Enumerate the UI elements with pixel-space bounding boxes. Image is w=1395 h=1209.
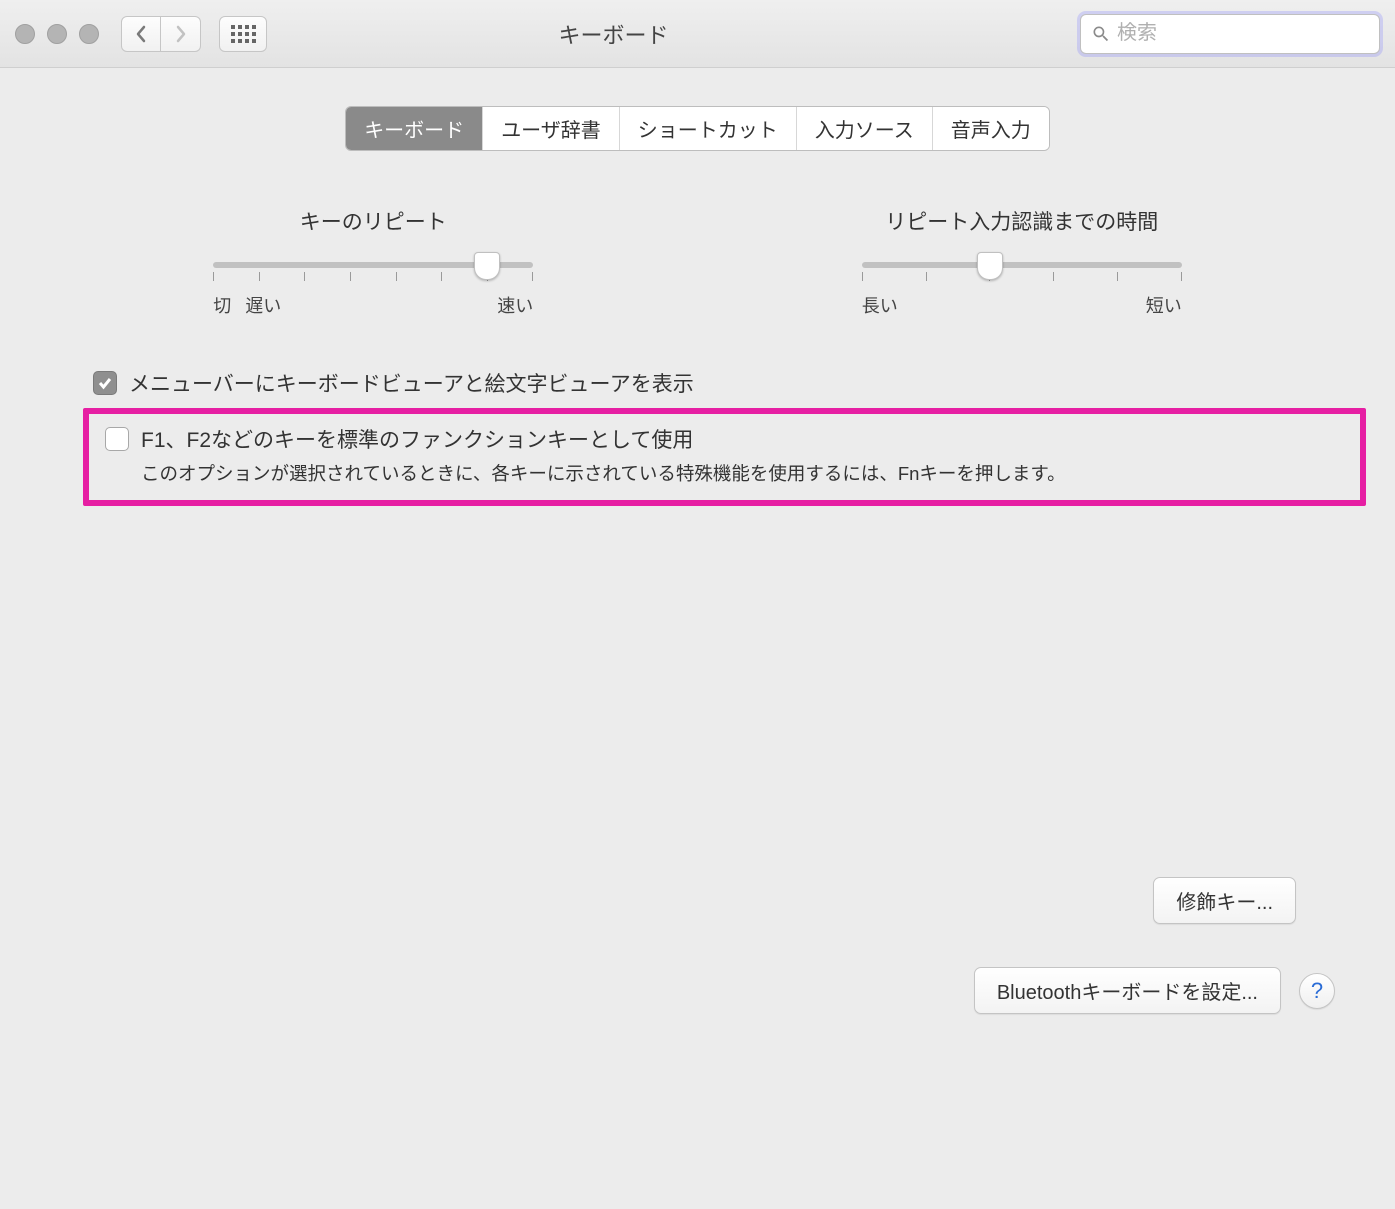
delay-until-repeat-label: リピート入力認識までの時間 <box>885 206 1158 236</box>
search-field-wrap[interactable] <box>1080 14 1380 54</box>
bottom-bar: Bluetoothキーボードを設定... ? <box>32 949 1363 1032</box>
key-repeat-slider[interactable]: 切 遅い 速い <box>213 262 533 318</box>
checkmark-icon <box>97 375 113 391</box>
delay-until-repeat-group: リピート入力認識までの時間 長い 短い <box>768 206 1277 318</box>
key-repeat-scale-labels: 切 遅い 速い <box>213 292 533 318</box>
chevron-left-icon <box>135 25 147 43</box>
tab-dictation[interactable]: 音声入力 <box>933 107 1049 150</box>
help-button[interactable]: ? <box>1299 973 1335 1009</box>
search-icon <box>1091 24 1111 44</box>
minimize-window-button[interactable] <box>47 24 67 44</box>
window-title: キーボード <box>147 18 1080 50</box>
delay-max-label: 短い <box>1146 292 1182 318</box>
content-area: キーボード ユーザ辞書 ショートカット 入力ソース 音声入力 キーのリピート 切 <box>0 68 1395 1050</box>
tab-keyboard[interactable]: キーボード <box>346 107 483 150</box>
key-repeat-off-label: 切 <box>213 292 231 318</box>
slider-thumb[interactable] <box>474 252 500 280</box>
key-repeat-group: キーのリピート 切 遅い 速い <box>119 206 628 318</box>
toolbar: キーボード <box>0 0 1395 68</box>
show-viewers-checkbox[interactable] <box>93 371 117 395</box>
tab-bar: キーボード ユーザ辞書 ショートカット 入力ソース 音声入力 <box>32 106 1363 151</box>
window-controls <box>15 24 99 44</box>
show-viewers-row: メニューバーにキーボードビューアと絵文字ビューアを表示 <box>93 368 1296 398</box>
fn-keys-checkbox[interactable] <box>105 427 129 451</box>
fn-keys-description: このオプションが選択されているときに、各キーに示されている特殊機能を使用するには… <box>141 460 1350 488</box>
tab-user-dictionary[interactable]: ユーザ辞書 <box>483 107 620 150</box>
bluetooth-setup-button[interactable]: Bluetoothキーボードを設定... <box>974 967 1281 1014</box>
key-repeat-min-label: 遅い <box>245 292 281 318</box>
fn-keys-highlight: F1、F2などのキーを標準のファンクションキーとして使用 このオプションが選択さ… <box>83 408 1366 506</box>
key-repeat-max-label: 速い <box>497 292 533 318</box>
slider-thumb[interactable] <box>977 252 1003 280</box>
show-viewers-label: メニューバーにキーボードビューアと絵文字ビューアを表示 <box>129 368 694 398</box>
slider-row: キーのリピート 切 遅い 速い リピート入力認 <box>99 206 1296 318</box>
zoom-window-button[interactable] <box>79 24 99 44</box>
delay-scale-labels: 長い 短い <box>862 292 1182 318</box>
key-repeat-label: キーのリピート <box>300 206 447 236</box>
delay-until-repeat-slider[interactable]: 長い 短い <box>862 262 1182 318</box>
delay-min-label: 長い <box>862 292 898 318</box>
modifier-keys-button[interactable]: 修飾キー... <box>1153 877 1296 924</box>
keyboard-panel: キーのリピート 切 遅い 速い リピート入力認 <box>33 158 1362 948</box>
search-input[interactable] <box>1117 22 1369 45</box>
fn-keys-label: F1、F2などのキーを標準のファンクションキーとして使用 <box>141 424 693 454</box>
close-window-button[interactable] <box>15 24 35 44</box>
tab-input-sources[interactable]: 入力ソース <box>797 107 933 150</box>
tab-shortcuts[interactable]: ショートカット <box>620 107 797 150</box>
